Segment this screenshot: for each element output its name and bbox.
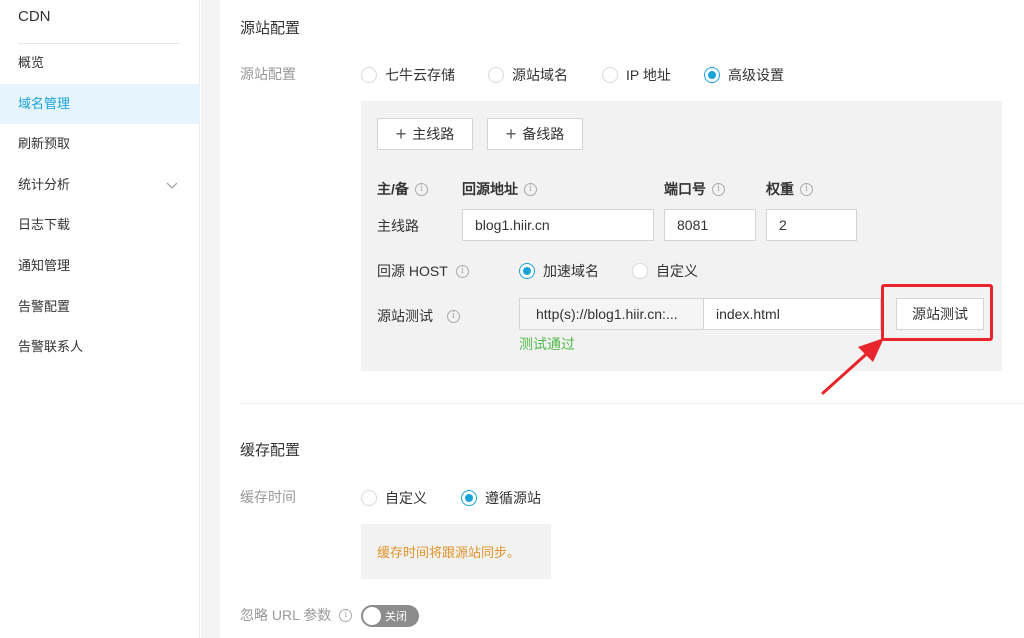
main-content: 源站配置 源站配置 七牛云存储 源站域名 IP 地址 高级设置 + 主线路 + … xyxy=(220,0,1024,638)
radio-cache-custom[interactable]: 自定义 xyxy=(361,488,427,508)
test-path-input[interactable]: index.html xyxy=(703,298,881,330)
sidebar-item-domain-management[interactable]: 域名管理 xyxy=(0,84,200,124)
origin-field-label: 源站配置 xyxy=(240,66,296,82)
column-header-label: 权重 xyxy=(766,181,794,197)
sidebar-item-label: 告警联系人 xyxy=(18,339,84,354)
cache-note-text: 缓存时间将跟源站同步。 xyxy=(377,545,521,560)
radio-origin-domain[interactable]: 源站域名 xyxy=(488,65,568,85)
radio-label: 加速域名 xyxy=(543,263,599,279)
column-header-label: 端口号 xyxy=(664,181,706,197)
info-icon[interactable]: i xyxy=(447,309,460,323)
info-icon[interactable]: i xyxy=(712,182,725,196)
sidebar-item-label: 刷新预取 xyxy=(18,136,71,151)
sidebar-item-statistics[interactable]: 统计分析 xyxy=(0,165,200,205)
origin-host-text: 回源 HOST xyxy=(377,263,448,279)
info-icon[interactable]: i xyxy=(339,608,353,622)
radio-circle xyxy=(632,263,648,279)
sidebar-item-notification[interactable]: 通知管理 xyxy=(0,246,200,286)
sidebar-item-label: 日志下载 xyxy=(18,217,71,232)
toggle-knob xyxy=(363,607,381,625)
sidebar-item-label: 域名管理 xyxy=(18,96,71,111)
radio-circle xyxy=(602,67,618,83)
weight-input[interactable]: 2 xyxy=(766,209,857,241)
sidebar: CDN 概览 域名管理 刷新预取 统计分析 日志下载 通知管理 告警配置 告警联… xyxy=(0,0,200,638)
line-type-text: 主线路 xyxy=(377,218,419,234)
origin-test-text: 源站测试 xyxy=(377,308,433,324)
radio-label: 七牛云存储 xyxy=(385,67,455,83)
radio-label: 遵循源站 xyxy=(485,490,541,506)
plus-icon: + xyxy=(395,124,407,144)
sidebar-item-label: 统计分析 xyxy=(18,177,71,192)
add-backup-line-button[interactable]: + 备线路 xyxy=(487,118,583,150)
radio-circle-checked xyxy=(519,263,535,279)
add-backup-line-label: 备线路 xyxy=(522,126,565,142)
chevron-down-icon xyxy=(166,165,178,205)
radio-cache-follow-origin[interactable]: 遵循源站 xyxy=(461,488,541,508)
ignore-url-label: 忽略 URL 参数 i xyxy=(240,605,353,625)
content-gutter xyxy=(201,0,220,638)
plus-icon: + xyxy=(505,124,517,144)
add-main-line-button[interactable]: + 主线路 xyxy=(377,118,473,150)
test-url-prefix: http(s)://blog1.hiir.cn:... xyxy=(519,298,704,330)
radio-host-accelerated-domain[interactable]: 加速域名 xyxy=(519,261,599,281)
info-icon[interactable]: i xyxy=(455,264,469,278)
radio-qiniu-storage[interactable]: 七牛云存储 xyxy=(361,65,455,85)
sidebar-item-alert-config[interactable]: 告警配置 xyxy=(0,287,200,327)
sidebar-item-label: 告警配置 xyxy=(18,299,71,314)
radio-label: 自定义 xyxy=(385,490,427,506)
sidebar-item-refresh-prefetch[interactable]: 刷新预取 xyxy=(0,124,200,164)
sidebar-title: CDN xyxy=(18,8,51,25)
column-header-type: 主/备 i xyxy=(377,179,428,199)
column-header-weight: 权重 i xyxy=(766,179,813,199)
info-icon[interactable]: i xyxy=(414,182,428,196)
column-header-address: 回源地址 i xyxy=(462,179,537,199)
section-divider xyxy=(240,403,1024,404)
radio-label: IP 地址 xyxy=(626,67,671,83)
radio-host-custom[interactable]: 自定义 xyxy=(632,261,698,281)
cache-time-label: 缓存时间 xyxy=(240,489,296,505)
radio-ip-address[interactable]: IP 地址 xyxy=(602,65,671,85)
info-icon[interactable]: i xyxy=(524,182,537,196)
sidebar-item-overview[interactable]: 概览 xyxy=(0,43,200,83)
radio-circle xyxy=(361,490,377,506)
ignore-url-text: 忽略 URL 参数 xyxy=(240,607,332,623)
column-header-label: 回源地址 xyxy=(462,181,518,197)
toggle-label: 关闭 xyxy=(385,611,407,623)
radio-label: 自定义 xyxy=(656,263,698,279)
cache-section-title: 缓存配置 xyxy=(240,442,301,459)
origin-test-label: 源站测试 i xyxy=(377,306,460,326)
sidebar-item-log-download[interactable]: 日志下载 xyxy=(0,205,200,245)
line-type-label: 主线路 xyxy=(377,216,419,236)
sidebar-item-label: 概览 xyxy=(18,55,45,70)
radio-label: 源站域名 xyxy=(512,67,568,83)
cache-note-panel: 缓存时间将跟源站同步。 xyxy=(361,524,551,579)
radio-label: 高级设置 xyxy=(728,67,784,83)
port-input[interactable]: 8081 xyxy=(664,209,756,241)
radio-circle-checked xyxy=(704,67,720,83)
radio-circle xyxy=(488,67,504,83)
sidebar-item-label: 通知管理 xyxy=(18,258,71,273)
column-header-label: 主/备 xyxy=(377,181,409,197)
radio-circle xyxy=(361,67,377,83)
radio-advanced-settings[interactable]: 高级设置 xyxy=(704,65,784,85)
test-result-text: 测试通过 xyxy=(519,336,575,352)
ignore-url-toggle[interactable]: 关闭 xyxy=(361,605,419,627)
origin-address-input[interactable]: blog1.hiir.cn xyxy=(462,209,654,241)
radio-circle-checked xyxy=(461,490,477,506)
sidebar-item-alert-contacts[interactable]: 告警联系人 xyxy=(0,327,200,367)
origin-section-title: 源站配置 xyxy=(240,20,301,37)
column-header-port: 端口号 i xyxy=(664,179,725,199)
info-icon[interactable]: i xyxy=(800,182,813,196)
origin-host-label: 回源 HOST i xyxy=(377,261,469,281)
add-main-line-label: 主线路 xyxy=(412,126,455,142)
highlight-box xyxy=(881,284,993,341)
